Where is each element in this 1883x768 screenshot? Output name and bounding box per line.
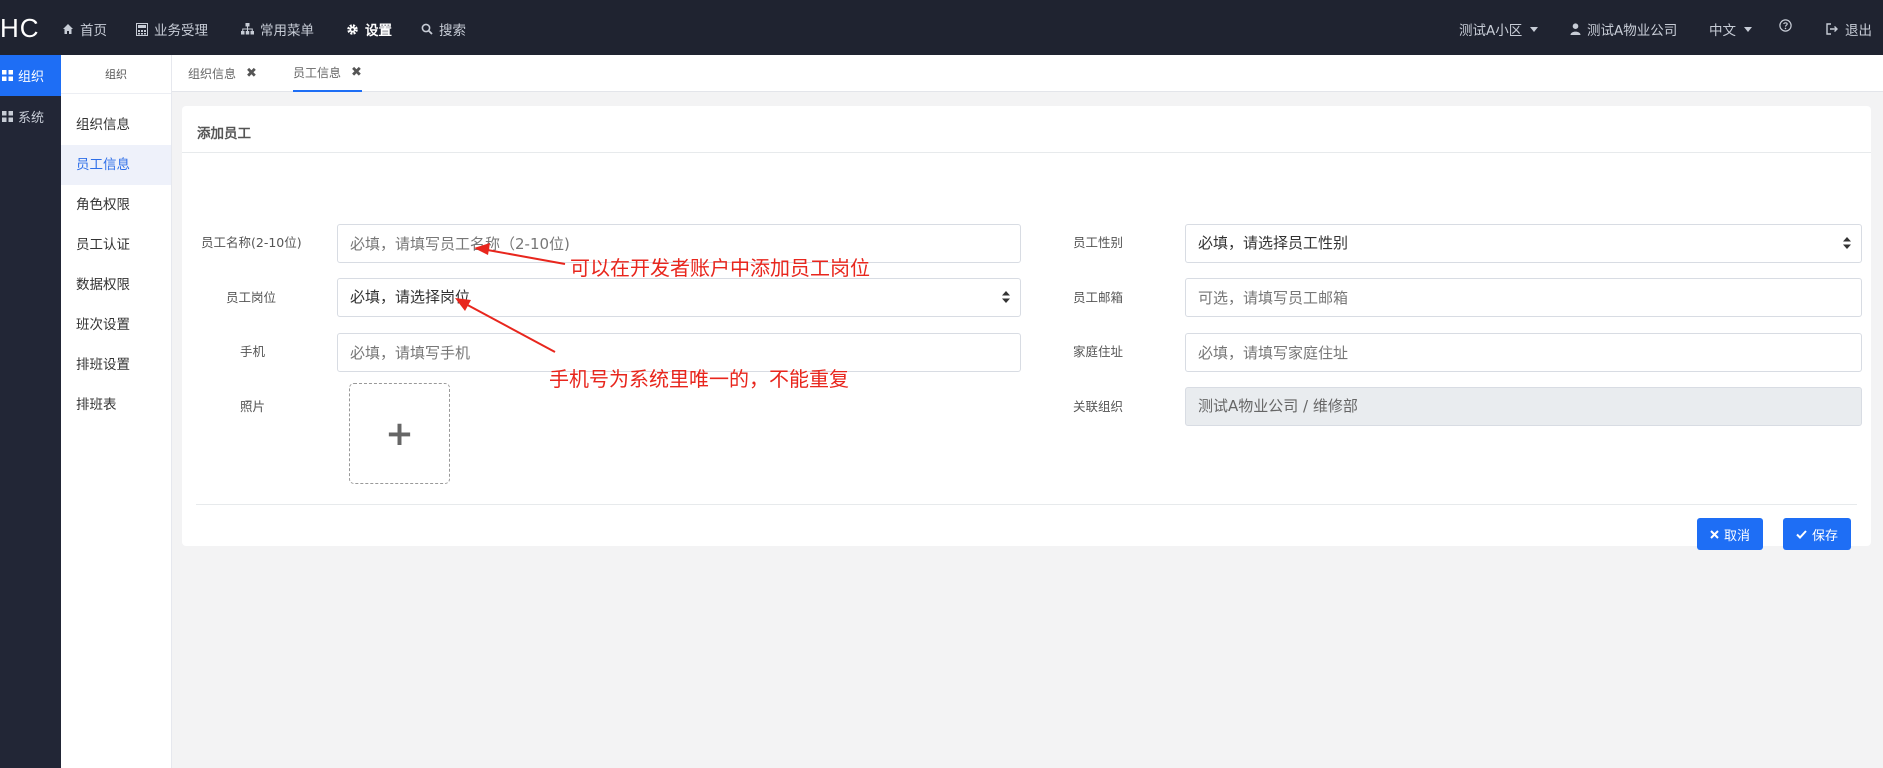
position-label: 员工岗位 [226, 290, 277, 305]
community-name: 测试A小区 [1459, 23, 1523, 39]
plus-icon: + [385, 413, 414, 454]
email-label: 员工邮箱 [1073, 290, 1124, 305]
close-icon[interactable]: ✖ [246, 66, 257, 81]
brand-logo[interactable]: HC [0, 13, 40, 44]
rail-item-organization[interactable]: 组织 [0, 55, 61, 96]
home-icon [63, 24, 73, 34]
logout-label: 退出 [1845, 23, 1872, 39]
sort-arrows-icon [1002, 291, 1010, 303]
primary-sidebar: 组织 系统 [0, 55, 61, 768]
name-label: 员工名称(2-10位) [201, 235, 302, 250]
save-button[interactable]: 保存 [1783, 518, 1851, 550]
submenu-item-data-permissions[interactable]: 数据权限 [61, 265, 171, 305]
submenu-title: 组织 [61, 55, 171, 94]
photo-label: 照片 [240, 399, 266, 414]
user-icon [1570, 23, 1581, 35]
gender-label: 员工性别 [1073, 235, 1124, 250]
question-circle-icon [1779, 19, 1792, 32]
company-link[interactable]: 测试A物业公司 [1570, 19, 1677, 39]
logout-button[interactable]: 退出 [1826, 19, 1872, 39]
submenu-item-roles[interactable]: 角色权限 [61, 185, 171, 225]
sitemap-icon [241, 23, 254, 35]
gender-select[interactable]: 必填，请选择员工性别 [1185, 224, 1862, 263]
tab-label: 组织信息 [188, 67, 237, 81]
form-divider [196, 504, 1857, 505]
chevron-down-icon [1530, 26, 1539, 32]
submenu-item-staff-info[interactable]: 员工信息 [61, 145, 171, 185]
check-icon [1796, 529, 1807, 539]
nav-settings-label: 设置 [365, 23, 392, 39]
language-label: 中文 [1709, 23, 1736, 39]
submenu-item-schedule-settings[interactable]: 排班设置 [61, 345, 171, 385]
address-label: 家庭住址 [1073, 344, 1124, 359]
add-staff-card: 添加员工 员工名称(2-10位) 员工岗位 必填，请选择岗位 手机 照片 + 员… [182, 106, 1871, 550]
nav-common-menu-label: 常用菜单 [260, 23, 314, 39]
nav-home[interactable]: 首页 [62, 19, 107, 39]
nav-home-label: 首页 [80, 23, 107, 39]
nav-settings[interactable]: 设置 [346, 19, 392, 39]
photo-upload-button[interactable]: + [349, 383, 450, 484]
grid-icon [2, 111, 13, 122]
submenu-item-shift-settings[interactable]: 班次设置 [61, 305, 171, 345]
rail-item-label: 组织 [18, 70, 45, 85]
sort-arrows-icon [1843, 237, 1851, 249]
submenu-item-staff-auth[interactable]: 员工认证 [61, 225, 171, 265]
linked-org-field: 测试A物业公司 / 维修部 [1185, 387, 1862, 426]
card-header: 添加员工 [182, 106, 1871, 153]
nav-business-label: 业务受理 [154, 23, 208, 39]
grid-icon [2, 70, 13, 81]
chevron-down-icon [1744, 26, 1752, 32]
nav-search-label: 搜索 [439, 23, 466, 39]
position-selected-value: 必填，请选择岗位 [350, 288, 471, 306]
position-annotation: 可以在开发者账户中添加员工岗位 [570, 256, 870, 280]
gear-icon [347, 23, 358, 35]
submenu-item-schedule-table[interactable]: 排班表 [61, 385, 171, 425]
tab-bar: 组织信息 ✖ 员工信息 ✖ [172, 55, 1883, 92]
nav-business[interactable]: 业务受理 [136, 19, 208, 39]
search-icon [421, 23, 433, 35]
gender-selected-value: 必填，请选择员工性别 [1198, 234, 1349, 252]
close-icon [1710, 529, 1719, 539]
rail-item-system[interactable]: 系统 [0, 96, 61, 137]
help-button[interactable] [1779, 19, 1792, 32]
address-input[interactable] [1185, 333, 1862, 372]
phone-annotation: 手机号为系统里唯一的，不能重复 [549, 367, 849, 391]
org-label: 关联组织 [1073, 399, 1124, 414]
nav-common-menu[interactable]: 常用菜单 [241, 19, 314, 39]
email-input[interactable] [1185, 278, 1862, 317]
tab-staff-info[interactable]: 员工信息 ✖ [293, 55, 362, 92]
save-label: 保存 [1811, 528, 1838, 544]
cancel-label: 取消 [1723, 528, 1750, 544]
sign-out-icon [1826, 23, 1838, 35]
calculator-icon [136, 22, 148, 36]
phone-label: 手机 [240, 344, 266, 359]
nav-search[interactable]: 搜索 [421, 19, 466, 39]
tab-org-info[interactable]: 组织信息 ✖ [188, 55, 257, 92]
cancel-button[interactable]: 取消 [1697, 518, 1763, 550]
rail-item-label: 系统 [18, 111, 45, 126]
community-dropdown[interactable]: 测试A小区 [1459, 19, 1539, 39]
top-navbar: HC 首页 业务受理 常用菜单 设置 搜索 测试A小区 测试A物业公司 中文 退… [0, 0, 1883, 55]
card-title: 添加员工 [197, 126, 251, 142]
main-content: 组织信息 ✖ 员工信息 ✖ 添加员工 员工名称(2-10位) 员工岗位 必填，请… [172, 55, 1883, 768]
company-name: 测试A物业公司 [1587, 23, 1678, 39]
linked-org-value: 测试A物业公司 / 维修部 [1198, 397, 1358, 415]
language-dropdown[interactable]: 中文 [1709, 19, 1752, 39]
submenu-item-org-info[interactable]: 组织信息 [61, 105, 171, 145]
position-select[interactable]: 必填，请选择岗位 [337, 278, 1021, 317]
tab-label: 员工信息 [293, 66, 342, 80]
close-icon[interactable]: ✖ [351, 65, 362, 80]
secondary-sidebar: 组织 组织信息 员工信息 角色权限 员工认证 数据权限 班次设置 排班设置 排班… [61, 55, 172, 768]
